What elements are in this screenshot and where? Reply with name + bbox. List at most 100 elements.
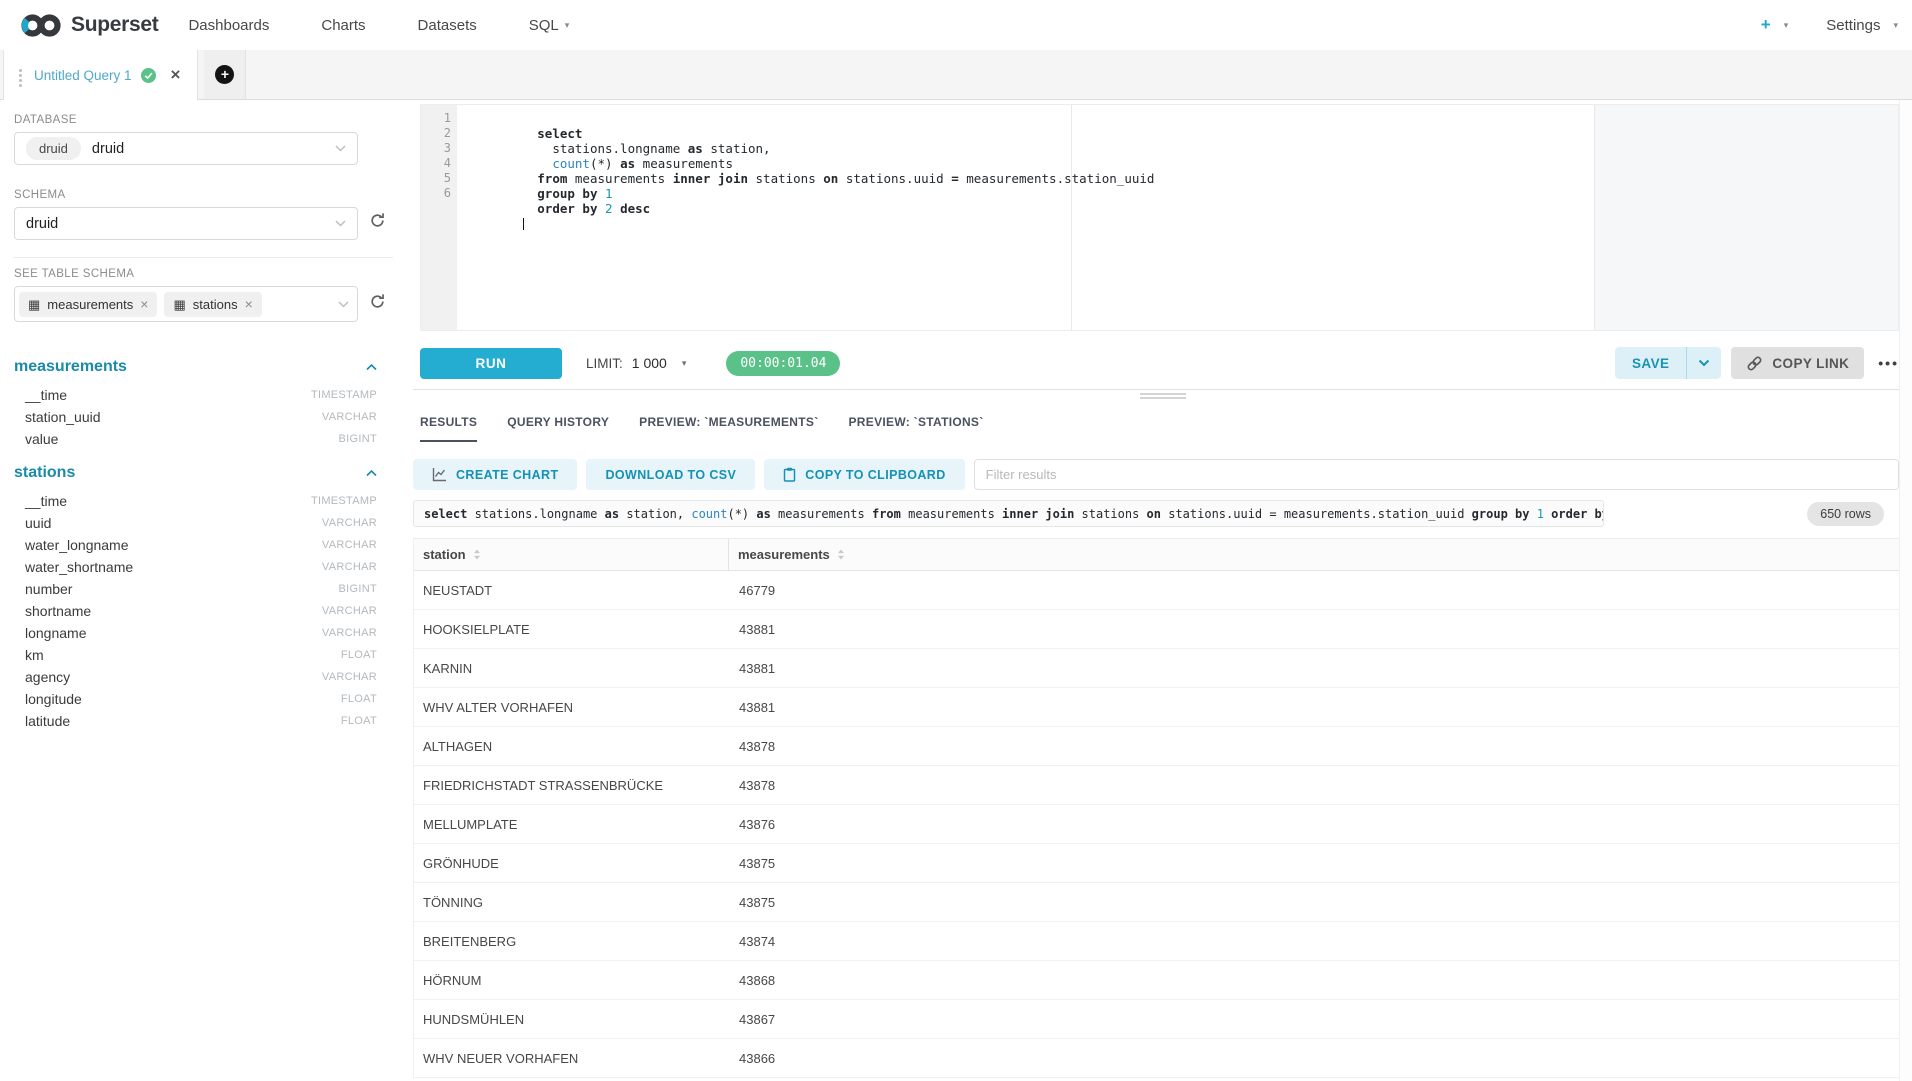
table-row: KARNIN 43881: [414, 649, 1899, 688]
nav-item[interactable]: Datasets: [418, 17, 483, 34]
copy-clipboard-button[interactable]: COPY TO CLIPBOARD: [764, 459, 964, 490]
superset-brand[interactable]: Superset: [10, 12, 168, 39]
query-tab-active[interactable]: Untitled Query 1 ×: [3, 50, 198, 100]
row-count-badge: 650 rows: [1807, 502, 1884, 526]
settings-label: Settings: [1826, 17, 1880, 34]
results-table: station measurements NEUSTADT 46779: [413, 538, 1899, 1078]
refresh-schema-button[interactable]: [369, 212, 386, 229]
column-name: agency: [25, 669, 70, 685]
chevron-down-icon: [1698, 359, 1710, 367]
new-menu-button[interactable]: + ▾: [1761, 15, 1788, 35]
column-name: water_shortname: [25, 559, 133, 575]
station-cell: GRÖNHUDE: [414, 856, 729, 871]
sql-lab-main: 123456 select stations.longname as stati…: [413, 100, 1912, 1081]
column-header-measurements[interactable]: measurements: [729, 539, 1899, 570]
measurements-cell: 43878: [729, 739, 1899, 754]
table-chip-label: measurements: [47, 297, 133, 312]
chevron-up-icon[interactable]: [366, 364, 377, 371]
table-schema-select[interactable]: ▦ measurements × ▦ stations ×: [14, 286, 358, 322]
table-row: HOOKSIELPLATE 43881: [414, 610, 1899, 649]
chevron-down-icon: ▾: [1784, 20, 1789, 31]
refresh-tables-button[interactable]: [369, 293, 386, 310]
results-tab[interactable]: QUERY HISTORY: [507, 406, 609, 442]
results-tab[interactable]: PREVIEW: `MEASUREMENTS`: [639, 406, 818, 442]
scrollbar-track[interactable]: [1899, 100, 1912, 1081]
table-chip[interactable]: ▦ measurements ×: [19, 292, 157, 317]
column-type: VARCHAR: [322, 671, 377, 683]
editor-gutter: 123456: [421, 105, 457, 330]
station-cell: ALTHAGEN: [414, 739, 729, 754]
close-icon[interactable]: ×: [171, 65, 181, 85]
schema-select[interactable]: druid: [14, 207, 358, 240]
database-value: druid: [92, 141, 124, 157]
plus-circle-icon[interactable]: +: [215, 65, 234, 84]
drag-handle-icon[interactable]: [19, 74, 22, 77]
column-list-stations: __time TIMESTAMP uuid VARCHAR water_long…: [14, 490, 413, 732]
column-row: __time TIMESTAMP: [14, 490, 377, 512]
more-menu-button[interactable]: •••: [1878, 355, 1899, 371]
sort-icon[interactable]: [837, 549, 845, 560]
column-type: VARCHAR: [322, 517, 377, 529]
station-cell: HUNDSMÜHLEN: [414, 1012, 729, 1027]
chevron-down-icon: [338, 301, 349, 308]
column-row: __time TIMESTAMP: [14, 384, 377, 406]
measurements-cell: 43875: [729, 895, 1899, 910]
line-number: 2: [421, 126, 451, 141]
table-chip-label: stations: [193, 297, 238, 312]
column-type: TIMESTAMP: [311, 389, 377, 401]
download-csv-button[interactable]: DOWNLOAD TO CSV: [586, 459, 755, 490]
top-navbar: Superset Dashboards Charts Datasets SQL▾…: [0, 0, 1912, 50]
save-dropdown-button[interactable]: [1686, 347, 1721, 379]
link-icon: [1746, 355, 1763, 372]
results-tab[interactable]: PREVIEW: `STATIONS`: [849, 406, 984, 442]
run-button[interactable]: RUN: [420, 348, 562, 379]
refresh-icon: [369, 212, 386, 229]
query-timer-badge: 00:00:01.04: [726, 351, 840, 376]
pane-resize-handle[interactable]: [1140, 393, 1186, 399]
copy-link-button[interactable]: COPY LINK: [1731, 347, 1864, 379]
editor-code-area[interactable]: select stations.longname as station, cou…: [457, 105, 1898, 330]
line-number: 5: [421, 171, 451, 186]
measurements-cell: 43876: [729, 817, 1899, 832]
schema-label: SCHEMA: [14, 189, 413, 201]
settings-menu[interactable]: Settings ▾: [1826, 17, 1898, 34]
table-row: WHV ALTER VORHAFEN 43881: [414, 688, 1899, 727]
editor-toolbar: RUN LIMIT: 1 000 ▾ 00:00:01.04 SAVE: [420, 344, 1899, 382]
nav-item[interactable]: SQL▾: [529, 17, 570, 34]
results-tab[interactable]: RESULTS: [420, 406, 477, 442]
column-name: station_uuid: [25, 409, 101, 425]
sort-icon[interactable]: [473, 549, 481, 560]
limit-dropdown[interactable]: LIMIT: 1 000 ▾: [586, 355, 686, 371]
filter-results-input[interactable]: [974, 459, 1899, 490]
table-row: HUNDSMÜHLEN 43867: [414, 1000, 1899, 1039]
add-query-tab[interactable]: +: [204, 50, 246, 99]
column-name: __time: [25, 387, 67, 403]
database-select[interactable]: druid druid: [14, 132, 358, 165]
column-row: shortname VARCHAR: [14, 600, 377, 622]
chip-close-icon[interactable]: ×: [140, 297, 148, 311]
column-type: BIGINT: [339, 583, 377, 595]
column-row: number BIGINT: [14, 578, 377, 600]
create-chart-button[interactable]: CREATE CHART: [413, 459, 577, 490]
column-row: value BIGINT: [14, 428, 377, 450]
sql-editor[interactable]: 123456 select stations.longname as stati…: [420, 104, 1899, 331]
measurements-cell: 43881: [729, 700, 1899, 715]
line-number: 6: [421, 186, 451, 201]
table-chip[interactable]: ▦ stations ×: [164, 292, 261, 317]
column-header-station[interactable]: station: [414, 539, 729, 570]
results-table-header: station measurements: [414, 539, 1899, 571]
table-section-stations[interactable]: stations: [14, 464, 377, 482]
column-type: BIGINT: [339, 433, 377, 445]
nav-item[interactable]: Charts: [321, 17, 371, 34]
column-name: __time: [25, 493, 67, 509]
column-type: FLOAT: [341, 715, 377, 727]
table-row: GRÖNHUDE 43875: [414, 844, 1899, 883]
table-section-measurements[interactable]: measurements: [14, 358, 377, 376]
line-number: 1: [421, 111, 451, 126]
nav-item[interactable]: Dashboards: [188, 17, 275, 34]
column-row: latitude FLOAT: [14, 710, 377, 732]
chevron-up-icon[interactable]: [366, 470, 377, 477]
divider: [413, 389, 1912, 390]
chip-close-icon[interactable]: ×: [245, 297, 253, 311]
save-button[interactable]: SAVE: [1615, 347, 1686, 379]
